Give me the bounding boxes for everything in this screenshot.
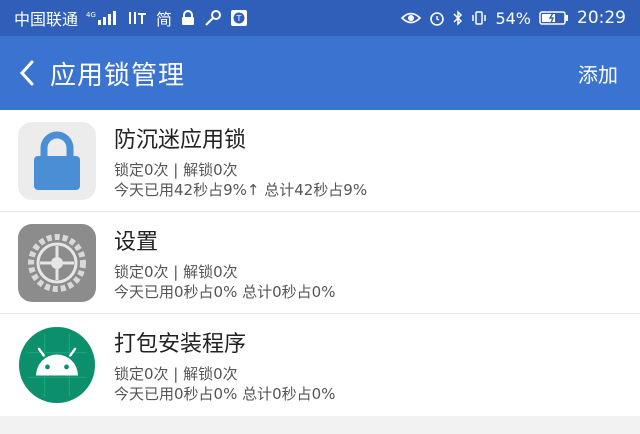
key-icon [204,10,222,26]
list-item-texts: 防沉迷应用锁 锁定0次 | 解锁0次 今天已用42秒占9%↑ 总计42秒占9% [114,122,367,200]
battery-icon [539,10,569,26]
vibrate-icon [471,10,487,26]
add-button[interactable]: 添加 [578,59,618,88]
app-chinese-icon [128,10,148,26]
app-bar: 应用锁管理 添加 [0,36,640,110]
usage-stats: 今天已用0秒占0% 总计0秒占0% [114,282,336,301]
list-item-texts: 设置 锁定0次 | 解锁0次 今天已用0秒占0% 总计0秒占0% [114,224,335,302]
svg-text:4G: 4G [86,11,96,19]
lock-small-icon [180,10,196,26]
list-item-package-installer[interactable]: 打包安装程序 锁定0次 | 解锁0次 今天已用0秒占0% 总计0秒占0% [0,314,640,416]
list-item-lock-app[interactable]: 防沉迷应用锁 锁定0次 | 解锁0次 今天已用42秒占9%↑ 总计42秒占9% [0,110,640,212]
lock-counts: 锁定0次 | 解锁0次 [114,262,238,281]
alarm-icon [429,10,445,26]
status-right: 54% 20:29 [401,8,626,28]
signal-icon: 4G [86,10,120,26]
status-left: 中国联通 4G 简 T [14,6,248,30]
app-name: 防沉迷应用锁 [114,127,247,153]
lock-icon [18,121,96,200]
usage-stats: 今天已用42秒占9%↑ 总计42秒占9% [114,180,368,199]
app-name: 设置 [114,229,159,255]
app-bar-left: 应用锁管理 [18,55,185,92]
jian-label: 简 [156,10,173,29]
svg-text:T: T [236,14,242,23]
t-app-icon: T [230,9,248,27]
clock: 20:29 [577,8,626,28]
lock-counts: 锁定0次 | 解锁0次 [114,365,238,383]
status-bar: 中国联通 4G 简 T 54% 20:29 [0,0,640,36]
battery-percent: 54% [495,8,531,28]
back-button[interactable] [18,59,36,87]
usage-stats: 今天已用0秒占0% 总计0秒占0% [114,385,336,403]
page-title: 应用锁管理 [50,60,186,91]
bluetooth-icon [453,10,463,26]
eye-icon [401,11,422,25]
gear-icon [18,223,96,302]
carrier-label: 中国联通 [14,10,79,29]
android-icon [18,326,96,404]
app-list: 防沉迷应用锁 锁定0次 | 解锁0次 今天已用42秒占9%↑ 总计42秒占9% … [0,110,640,416]
app-name: 打包安装程序 [114,332,247,357]
lock-counts: 锁定0次 | 解锁0次 [114,160,238,179]
list-item-texts: 打包安装程序 锁定0次 | 解锁0次 今天已用0秒占0% 总计0秒占0% [114,326,335,404]
chevron-left-icon [19,60,34,86]
list-item-settings[interactable]: 设置 锁定0次 | 解锁0次 今天已用0秒占0% 总计0秒占0% [0,212,640,314]
